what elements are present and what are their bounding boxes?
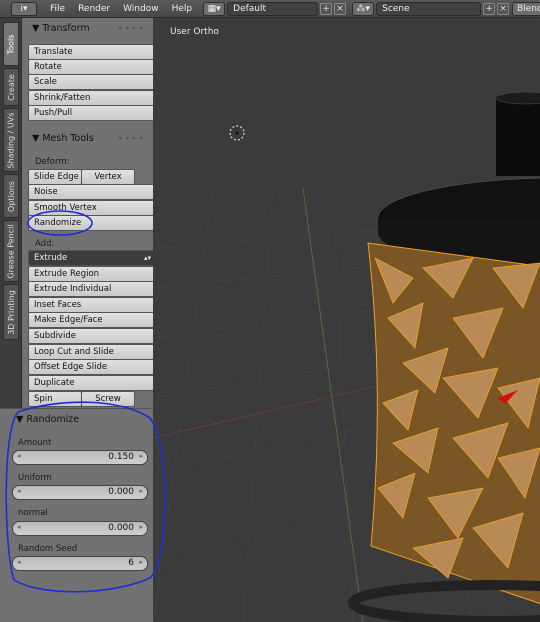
slide-edge-button[interactable]: Slide Edge [28, 169, 82, 185]
tab-create[interactable]: Create [3, 68, 19, 106]
normal-label: normal [18, 508, 48, 518]
randomize-button[interactable]: Randomize [28, 215, 153, 231]
screw-button[interactable]: Screw [81, 391, 135, 407]
transform-panel-title: Transform [42, 22, 90, 34]
randomize-panel-title: Randomize [26, 413, 80, 425]
increment-arrow-icon[interactable]: ▸ [139, 452, 143, 460]
3d-cursor-icon[interactable] [229, 125, 245, 141]
tab-options[interactable]: Options [3, 174, 19, 218]
tab-3d-printing[interactable]: 3D Printing [3, 284, 19, 340]
collapse-arrow-icon: ▼ [32, 132, 43, 144]
amount-value: 0.150 [108, 452, 134, 462]
amount-slider[interactable]: ◂ 0.150 ▸ [12, 450, 148, 465]
decrement-arrow-icon[interactable]: ◂ [17, 558, 21, 566]
transform-panel-header[interactable]: ▼ Transform ∙∙∙∙ [22, 18, 153, 38]
spin-button[interactable]: Spin [28, 391, 82, 407]
uniform-value: 0.000 [108, 487, 134, 497]
amount-label: Amount [18, 438, 52, 448]
viewport-grid [153, 91, 540, 622]
scene-icon[interactable]: ⁂▾ [352, 1, 375, 16]
randomize-panel-header[interactable]: ▼ Randomize [6, 409, 137, 429]
extrude-individual-button[interactable]: Extrude Individual [28, 281, 153, 297]
increment-arrow-icon[interactable]: ▸ [139, 523, 143, 531]
extrude-label: Extrude [34, 253, 68, 263]
mesh-tools-panel-title: Mesh Tools [42, 132, 94, 144]
drag-handle-icon[interactable]: ∙∙∙∙ [117, 23, 145, 34]
add-layout-button[interactable]: + [320, 2, 333, 15]
editor-type-info-button[interactable]: i ▾ [11, 1, 37, 16]
loop-cut-and-slide-button[interactable]: Loop Cut and Slide [28, 344, 153, 360]
info-icon: i [20, 3, 23, 14]
push-pull-button[interactable]: Push/Pull [28, 105, 153, 121]
increment-arrow-icon[interactable]: ▸ [139, 558, 143, 566]
offset-edge-slide-button[interactable]: Offset Edge Slide [28, 359, 153, 375]
uniform-slider[interactable]: ◂ 0.000 ▸ [12, 485, 148, 500]
noise-button[interactable]: Noise [28, 184, 153, 200]
drag-handle-icon[interactable]: ∙∙∙∙ [117, 133, 145, 144]
screen-layout-icon[interactable]: ▦▾ [203, 1, 226, 16]
tab-tools[interactable]: Tools [3, 22, 19, 66]
inset-faces-button[interactable]: Inset Faces [28, 297, 153, 313]
rotate-button[interactable]: Rotate [28, 59, 153, 75]
decrement-arrow-icon[interactable]: ◂ [17, 523, 21, 531]
increment-arrow-icon[interactable]: ▸ [139, 487, 143, 495]
smooth-vertex-button[interactable]: Smooth Vertex [28, 200, 153, 216]
collapse-arrow-icon: ▼ [16, 413, 27, 425]
3d-viewport[interactable]: User Ortho [153, 18, 540, 622]
mesh-tools-panel-header[interactable]: ▼ Mesh Tools ∙∙∙∙ [22, 128, 153, 148]
remove-layout-button[interactable]: × [334, 2, 347, 15]
tab-shading-uvs[interactable]: Shading / UVs [3, 108, 19, 172]
make-edge-face-button[interactable]: Make Edge/Face [28, 312, 153, 328]
remove-scene-button[interactable]: × [497, 2, 510, 15]
extrude-dropdown[interactable]: Extrude ▴▾ [28, 250, 153, 266]
menu-help[interactable]: Help [159, 4, 193, 14]
add-label: Add: [35, 239, 55, 249]
updown-arrow-icon: ▴▾ [143, 254, 151, 262]
uniform-label: Uniform [18, 473, 52, 483]
collapse-arrow-icon: ▼ [32, 22, 43, 34]
screen-layout-field[interactable]: Default [227, 1, 319, 16]
translate-button[interactable]: Translate [28, 44, 153, 60]
viewport-view-label: User Ortho [170, 27, 219, 37]
menu-render[interactable]: Render [65, 4, 110, 14]
decrement-arrow-icon[interactable]: ◂ [17, 487, 21, 495]
mesh-object[interactable] [348, 91, 540, 622]
normal-value: 0.000 [108, 523, 134, 533]
vertex-slide-button[interactable]: Vertex [81, 169, 135, 185]
tab-grease-pencil[interactable]: Grease Pencil [3, 220, 19, 282]
scene-field[interactable]: Scene [376, 1, 482, 16]
random-seed-value: 6 [128, 558, 134, 568]
top-menu-bar: i ▾ File Render Window Help ▦▾ Default + … [0, 0, 540, 18]
randomize-operator-panel: ▼ Randomize Amount ◂ 0.150 ▸ Uniform ◂ 0… [0, 408, 153, 622]
random-seed-label: Random Seed [18, 544, 78, 554]
normal-slider[interactable]: ◂ 0.000 ▸ [12, 521, 148, 536]
scale-button[interactable]: Scale [28, 74, 153, 90]
duplicate-button[interactable]: Duplicate [28, 375, 153, 391]
extrude-region-button[interactable]: Extrude Region [28, 266, 153, 282]
render-engine-dropdown[interactable]: Blend [512, 2, 540, 16]
add-scene-button[interactable]: + [483, 2, 496, 15]
menu-file[interactable]: File [37, 4, 65, 14]
menu-window[interactable]: Window [110, 4, 159, 14]
tool-shelf: ▼ Transform ∙∙∙∙ Translate Rotate Scale … [22, 18, 153, 408]
decrement-arrow-icon[interactable]: ◂ [17, 452, 21, 460]
deform-label: Deform: [35, 157, 70, 167]
subdivide-button[interactable]: Subdivide [28, 328, 153, 344]
random-seed-field[interactable]: ◂ 6 ▸ [12, 556, 148, 571]
shrink-fatten-button[interactable]: Shrink/Fatten [28, 90, 153, 106]
